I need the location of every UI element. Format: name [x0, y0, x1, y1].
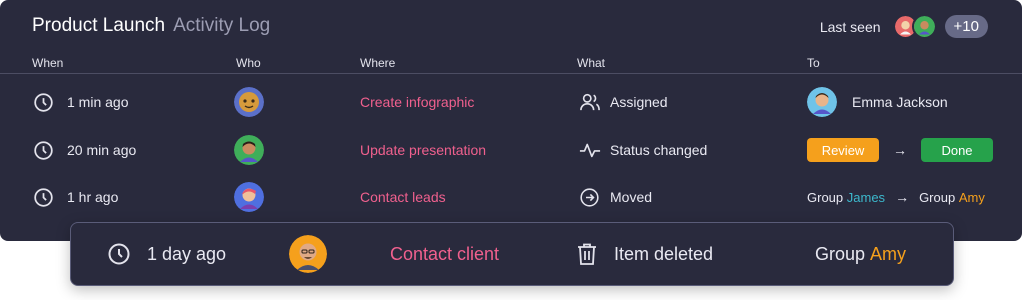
group-label: Group	[807, 189, 844, 205]
clock-icon	[33, 140, 54, 161]
column-header-where: Where	[360, 56, 396, 70]
last-seen: Last seen +10	[820, 14, 988, 39]
item-link[interactable]: Create infographic	[360, 84, 474, 120]
item-link[interactable]: Contact client	[390, 223, 499, 285]
action-label: Assigned	[610, 94, 668, 110]
avatar	[289, 235, 327, 273]
clock-icon	[33, 187, 54, 208]
avatar	[234, 135, 264, 165]
assign-user-icon	[579, 92, 601, 112]
column-header-what: What	[577, 56, 606, 70]
action-label: Status changed	[610, 142, 708, 158]
item-link[interactable]: Contact leads	[360, 179, 446, 215]
row-time: 20 min ago	[67, 142, 137, 158]
avatar	[807, 87, 837, 117]
more-users-badge[interactable]: +10	[944, 15, 988, 38]
item-link[interactable]: Update presentation	[360, 132, 486, 168]
column-header-when: When	[32, 56, 64, 70]
log-subtitle: Activity Log	[173, 15, 271, 36]
pulse-icon	[579, 140, 601, 160]
arrow-right-icon: →	[893, 142, 907, 158]
avatar	[234, 182, 264, 212]
assignee-name: Emma Jackson	[852, 94, 948, 110]
table-row[interactable]: 1 min ago Create infographic Assigned Em…	[0, 84, 1022, 120]
row-time: 1 min ago	[67, 94, 129, 110]
arrow-right-icon: →	[895, 189, 910, 205]
board-title: Product Launch	[32, 15, 166, 36]
group-name: Amy	[870, 243, 907, 264]
column-header-who: Who	[236, 56, 261, 70]
table-row[interactable]: 20 min ago Update presentation Status ch…	[0, 132, 1022, 168]
last-seen-label: Last seen	[819, 18, 881, 35]
clock-icon	[107, 242, 131, 266]
arrow-circle-icon	[579, 187, 600, 208]
action-label: Item deleted	[614, 243, 714, 264]
avatar	[911, 14, 937, 39]
group-move: Group James → Group Amy	[807, 179, 985, 215]
header-divider	[0, 73, 1022, 74]
group-destination: Group Amy	[815, 223, 906, 285]
column-header-to: To	[807, 56, 820, 70]
row-time: 1 hr ago	[67, 189, 119, 205]
group-label: Group	[919, 189, 956, 205]
table-row[interactable]: 1 hr ago Contact leads Moved Group James…	[0, 179, 1022, 215]
avatar	[234, 87, 264, 117]
trash-icon	[576, 242, 598, 266]
activity-log-panel: Product Launch Activity Log Last seen +10…	[0, 0, 1022, 241]
from-group-name: James	[846, 189, 886, 205]
row-time: 1 day ago	[147, 243, 227, 264]
status-done-badge: Done	[921, 138, 993, 162]
to-group-name: Amy	[958, 189, 985, 205]
page-title: Product Launch Activity Log	[32, 15, 270, 37]
group-label: Group	[815, 243, 866, 264]
action-label: Moved	[610, 189, 653, 205]
clock-icon	[33, 92, 54, 113]
highlighted-activity-row[interactable]: 1 day ago Contact client Item deleted Gr…	[70, 222, 954, 286]
status-review-badge: Review	[807, 138, 879, 162]
avatar-stack[interactable]	[892, 14, 937, 39]
